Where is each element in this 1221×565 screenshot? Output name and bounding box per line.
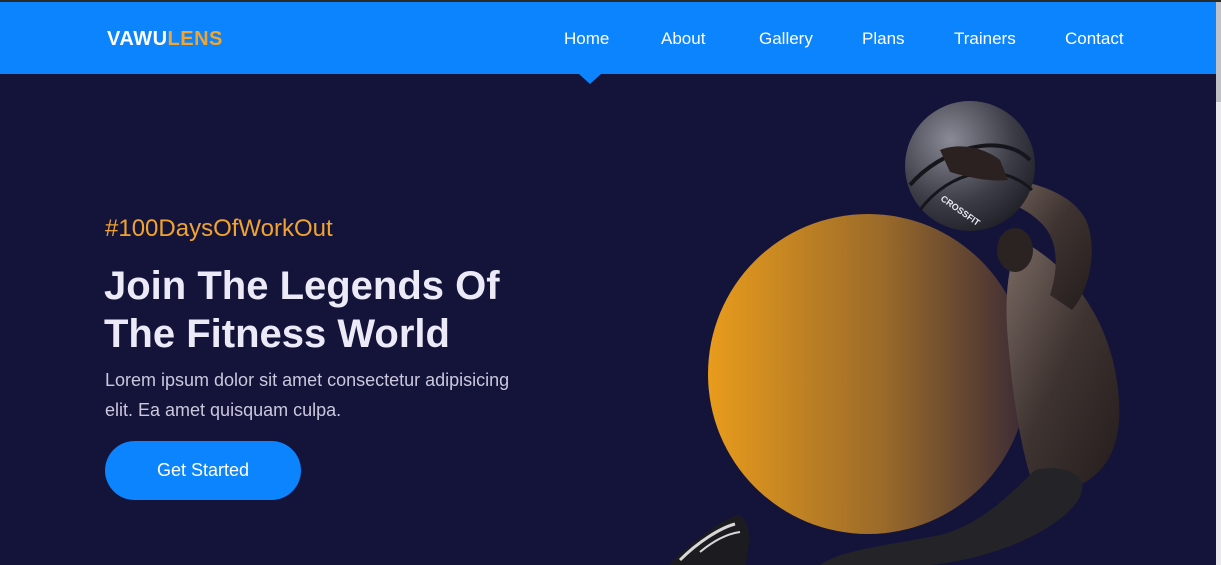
nav-menu: Home About Gallery Plans Trainers Contac…: [0, 29, 1216, 51]
hero-description-line-1: Lorem ipsum dolor sit amet consectetur a…: [105, 370, 510, 390]
scrollbar-thumb[interactable]: [1216, 2, 1221, 102]
hero-title-line-2: The Fitness World: [104, 312, 450, 356]
nav-link-plans[interactable]: Plans: [862, 29, 905, 49]
active-nav-indicator: [579, 74, 601, 84]
hero-title-line-1: Join The Legends Of: [104, 264, 500, 308]
hero-athlete-illustration: CROSSFIT: [668, 101, 1120, 565]
nav-link-gallery[interactable]: Gallery: [759, 29, 813, 49]
medicine-ball: CROSSFIT: [905, 101, 1035, 231]
nav-link-home[interactable]: Home: [564, 29, 609, 49]
navbar: VAWULENS Home About Gallery Plans Traine…: [0, 2, 1216, 74]
nav-link-trainers[interactable]: Trainers: [954, 29, 1016, 49]
landing-page: VAWULENS Home About Gallery Plans Traine…: [0, 0, 1221, 565]
nav-link-about[interactable]: About: [661, 29, 705, 49]
hero-description: Lorem ipsum dolor sit amet consectetur a…: [105, 365, 585, 425]
nav-link-contact[interactable]: Contact: [1065, 29, 1124, 49]
hero-title: Join The Legends Of The Fitness World: [104, 262, 624, 358]
hero-hashtag: #100DaysOfWorkOut: [105, 215, 333, 242]
get-started-button[interactable]: Get Started: [105, 441, 301, 500]
hero-description-line-2: elit. Ea amet quisquam culpa.: [105, 400, 342, 420]
orange-circle-shape: [708, 214, 1028, 534]
